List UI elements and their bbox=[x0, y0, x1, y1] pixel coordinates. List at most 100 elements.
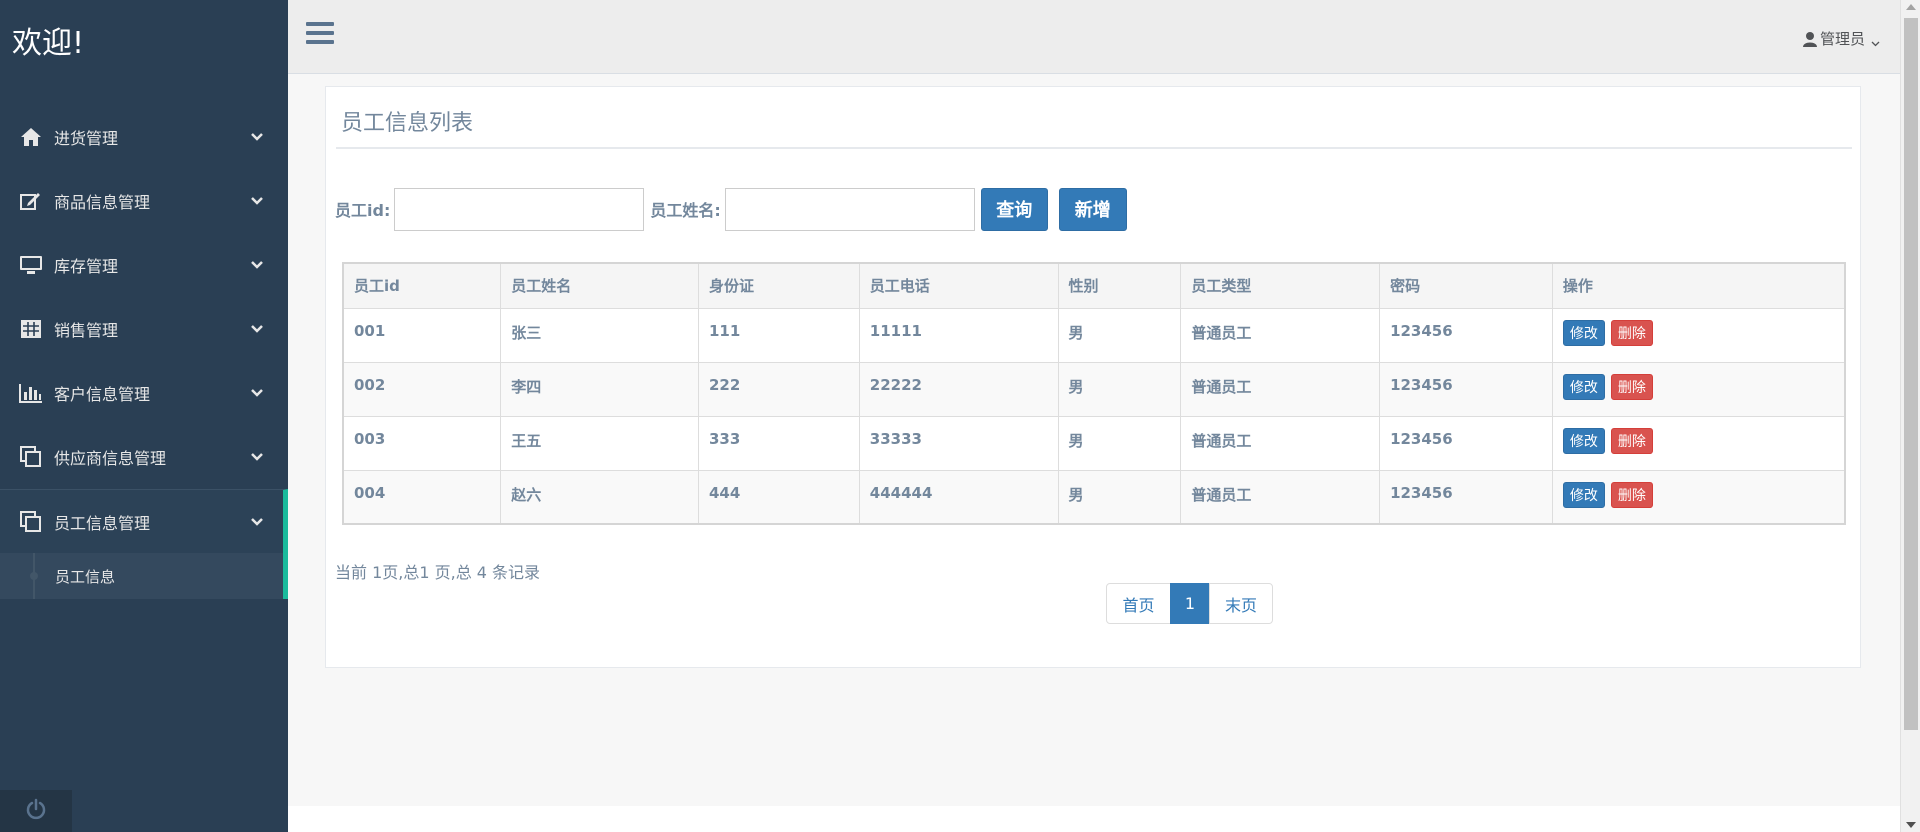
add-button[interactable]: 新增 bbox=[1058, 187, 1127, 231]
employee-list-panel: 员工信息列表 员工id: 员工姓名: 查询 新增 员工id 员工姓名 身份证 员… bbox=[325, 86, 1861, 668]
user-icon bbox=[1802, 31, 1818, 47]
cell-id-card: 222 bbox=[697, 361, 860, 417]
chevron-down-icon bbox=[250, 193, 264, 207]
column-header: 员工类型 bbox=[1180, 262, 1381, 309]
sidebar-item-employees[interactable]: 员工信息管理 bbox=[0, 489, 288, 553]
sidebar-item-label: 库存管理 bbox=[54, 257, 119, 276]
sidebar-item-label: 销售管理 bbox=[54, 321, 119, 340]
cell-actions: 修改 删除 bbox=[1551, 469, 1846, 525]
cell-phone: 22222 bbox=[858, 361, 1059, 417]
current-page-button[interactable]: 1 bbox=[1170, 583, 1210, 624]
column-header: 性别 bbox=[1057, 262, 1182, 309]
cell-type: 普通员工 bbox=[1180, 307, 1381, 363]
sidebar-item-inventory[interactable]: 库存管理 bbox=[0, 233, 288, 297]
delete-button[interactable]: 删除 bbox=[1610, 481, 1653, 508]
cell-name: 张三 bbox=[500, 307, 699, 363]
user-label: 管理员 bbox=[1819, 30, 1865, 48]
user-menu[interactable]: 管理员 bbox=[1802, 28, 1880, 49]
employee-name-input[interactable] bbox=[724, 187, 975, 231]
sidebar-item-label: 供应商信息管理 bbox=[54, 449, 167, 468]
employee-id-input[interactable] bbox=[394, 187, 645, 231]
sidebar-menu: 进货管理 商品信息管理 库存管理 销售管理 客户信息管理 供应商信息管理 员工信… bbox=[0, 105, 288, 599]
scroll-up-icon[interactable] bbox=[1906, 4, 1916, 10]
cell-id: 003 bbox=[342, 415, 502, 471]
cell-actions: 修改 删除 bbox=[1551, 361, 1846, 417]
sidebar-item-label: 客户信息管理 bbox=[54, 385, 151, 404]
column-header: 密码 bbox=[1379, 262, 1553, 309]
page-title: 员工信息列表 bbox=[341, 111, 474, 136]
copy-icon bbox=[16, 442, 46, 472]
cell-type: 普通员工 bbox=[1180, 361, 1381, 417]
submenu-item-employee-info[interactable]: 员工信息 bbox=[0, 553, 283, 599]
cell-gender: 男 bbox=[1057, 307, 1182, 363]
cell-actions: 修改 删除 bbox=[1551, 307, 1846, 363]
table-row: 004 赵六 444 444444 男 普通员工 123456 修改 删除 bbox=[342, 469, 1846, 525]
divider bbox=[336, 147, 1852, 149]
brand-title: 欢迎! bbox=[12, 26, 85, 61]
cell-type: 普通员工 bbox=[1180, 469, 1381, 525]
submenu-item-label: 员工信息 bbox=[55, 567, 116, 586]
scrollbar-thumb[interactable] bbox=[1904, 18, 1918, 730]
power-button[interactable] bbox=[0, 790, 72, 832]
chevron-down-icon bbox=[250, 257, 264, 271]
table-row: 003 王五 333 33333 男 普通员工 123456 修改 删除 bbox=[342, 415, 1846, 471]
edit-button[interactable]: 修改 bbox=[1562, 481, 1605, 508]
cell-id: 001 bbox=[342, 307, 502, 363]
chevron-down-icon bbox=[250, 385, 264, 399]
chevron-down-icon bbox=[250, 514, 264, 528]
sidebar-item-products[interactable]: 商品信息管理 bbox=[0, 169, 288, 233]
cell-phone: 11111 bbox=[858, 307, 1059, 363]
employee-table: 员工id 员工姓名 身份证 员工电话 性别 员工类型 密码 操作 001 张三 … bbox=[342, 262, 1846, 525]
chevron-down-icon bbox=[250, 321, 264, 335]
footer-strip bbox=[288, 806, 1900, 832]
edit-button[interactable]: 修改 bbox=[1562, 427, 1605, 454]
sidebar-item-sales[interactable]: 销售管理 bbox=[0, 297, 288, 361]
cell-phone: 444444 bbox=[858, 469, 1059, 525]
employee-id-label: 员工id: bbox=[335, 201, 391, 220]
top-navbar: 管理员 bbox=[288, 0, 1900, 74]
cell-gender: 男 bbox=[1057, 415, 1182, 471]
scroll-down-icon[interactable] bbox=[1906, 822, 1916, 828]
edit-icon bbox=[16, 186, 46, 216]
delete-button[interactable]: 删除 bbox=[1610, 373, 1653, 400]
last-page-button[interactable]: 末页 bbox=[1209, 583, 1273, 624]
sidebar: 欢迎! 进货管理 商品信息管理 库存管理 销售管理 客户信息管理 供应商信息管理… bbox=[0, 0, 288, 832]
monitor-icon bbox=[16, 250, 46, 280]
sidebar-item-purchase[interactable]: 进货管理 bbox=[0, 105, 288, 169]
employee-name-label: 员工姓名: bbox=[650, 201, 721, 220]
cell-id-card: 333 bbox=[697, 415, 860, 471]
cell-id-card: 444 bbox=[697, 469, 860, 525]
cell-id: 004 bbox=[342, 469, 502, 525]
power-icon bbox=[25, 798, 47, 824]
query-button[interactable]: 查询 bbox=[980, 187, 1048, 231]
edit-button[interactable]: 修改 bbox=[1562, 319, 1605, 346]
cell-type: 普通员工 bbox=[1180, 415, 1381, 471]
delete-button[interactable]: 删除 bbox=[1610, 319, 1653, 346]
sidebar-item-label: 进货管理 bbox=[54, 129, 119, 148]
sidebar-item-suppliers[interactable]: 供应商信息管理 bbox=[0, 425, 288, 489]
cell-id-card: 111 bbox=[697, 307, 860, 363]
sidebar-item-label: 员工信息管理 bbox=[54, 513, 151, 533]
search-form: 员工id: 员工姓名: 查询 新增 bbox=[335, 187, 1127, 231]
vertical-scrollbar[interactable] bbox=[1900, 0, 1920, 832]
column-header: 员工电话 bbox=[858, 262, 1059, 309]
hamburger-icon[interactable] bbox=[306, 22, 334, 46]
copy-icon bbox=[16, 507, 46, 537]
pagination: 首页 1 末页 bbox=[1106, 583, 1273, 624]
cell-password: 123456 bbox=[1379, 415, 1553, 471]
cell-phone: 33333 bbox=[858, 415, 1059, 471]
edit-button[interactable]: 修改 bbox=[1562, 373, 1605, 400]
cell-password: 123456 bbox=[1379, 307, 1553, 363]
delete-button[interactable]: 删除 bbox=[1610, 427, 1653, 454]
cell-actions: 修改 删除 bbox=[1551, 415, 1846, 471]
chevron-down-icon bbox=[250, 449, 264, 463]
chevron-down-icon bbox=[1871, 34, 1880, 47]
page-info: 当前 1页,总1 页,总 4 条记录 bbox=[335, 563, 541, 582]
cell-name: 赵六 bbox=[500, 469, 699, 525]
bar-chart-icon bbox=[16, 378, 46, 408]
chevron-down-icon bbox=[250, 129, 264, 143]
table-row: 002 李四 222 22222 男 普通员工 123456 修改 删除 bbox=[342, 361, 1846, 417]
cell-gender: 男 bbox=[1057, 361, 1182, 417]
sidebar-item-customers[interactable]: 客户信息管理 bbox=[0, 361, 288, 425]
first-page-button[interactable]: 首页 bbox=[1106, 583, 1171, 624]
